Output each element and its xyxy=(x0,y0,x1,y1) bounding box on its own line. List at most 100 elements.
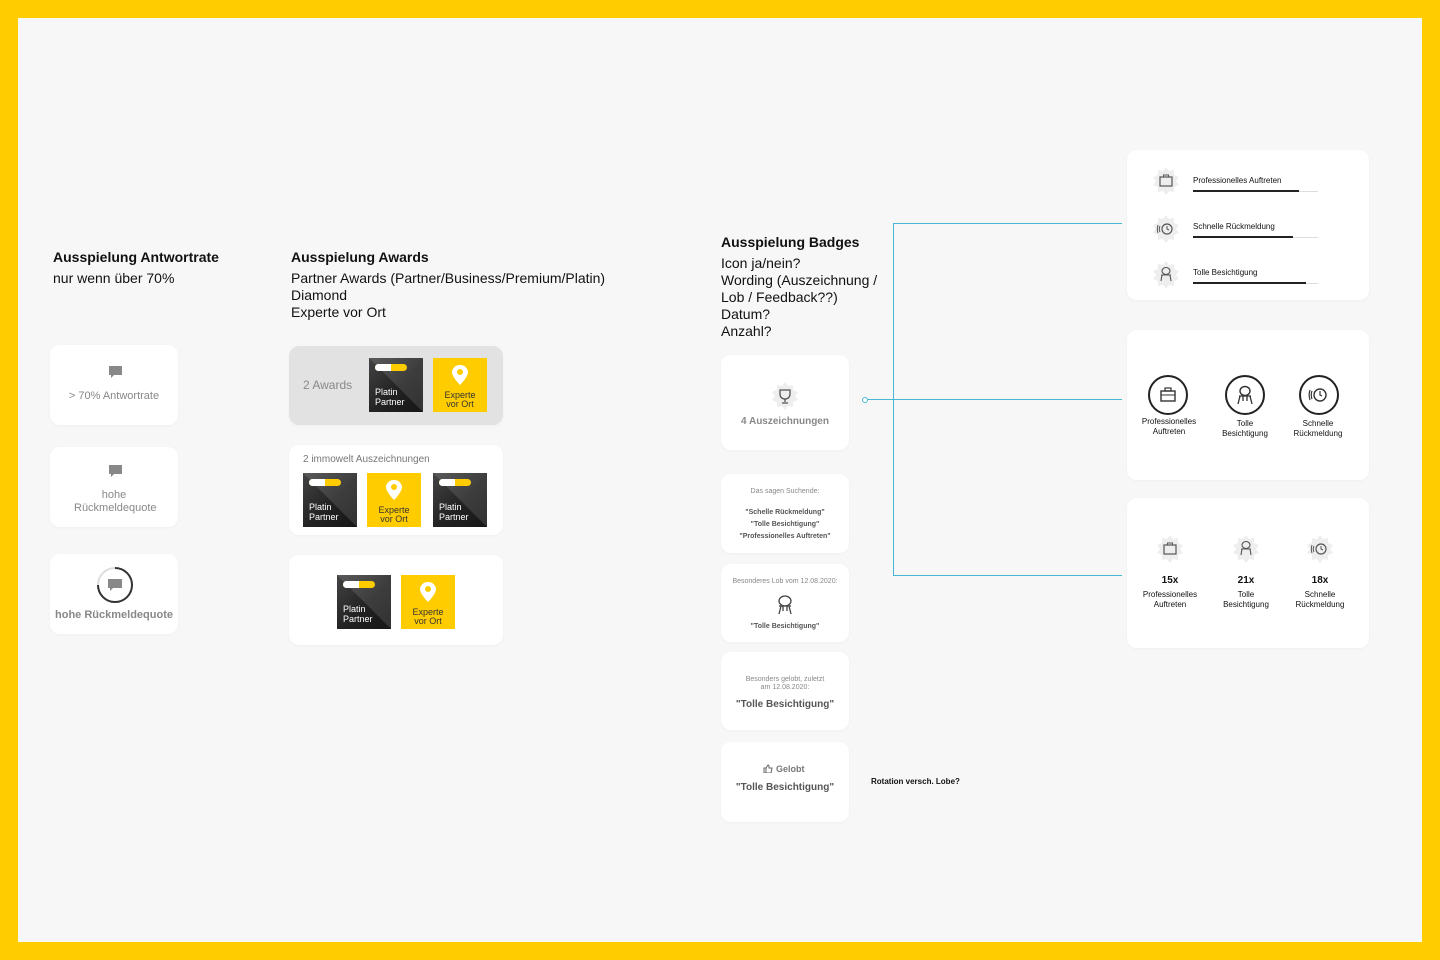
connector-line xyxy=(893,223,1122,224)
antwortrate-label: > 70% Antwortrate xyxy=(68,390,160,402)
label-line: Schnelle xyxy=(1304,590,1336,599)
experte-vor-ort-badge: Experte vor Ort xyxy=(401,575,455,629)
antwortrate-card-2: hohe Rückmeldequote xyxy=(50,447,178,527)
badge-list-label-3: Tolle Besichtigung xyxy=(1193,268,1258,277)
artboard: Ausspielung Antwortrate nur wenn über 70… xyxy=(18,18,1422,942)
count-label-2: Tolle Besichtigung xyxy=(1206,590,1286,610)
heading-line-2: am 12.08.2020: xyxy=(760,684,810,691)
gelobt-row: Gelobt xyxy=(763,764,823,774)
badge-list-row-2 xyxy=(1151,214,1181,249)
briefcase-icon xyxy=(1153,167,1179,195)
label-line: Auftreten xyxy=(1153,600,1187,609)
count-3: 18x xyxy=(1311,575,1329,586)
badges-line-4: Datum? xyxy=(721,306,771,322)
badges-line-5: Anzahl? xyxy=(721,323,772,339)
chair-icon xyxy=(1233,535,1259,563)
badges-header: Ausspielung Badges Icon ja/nein? Wording… xyxy=(721,234,877,340)
label-line: Tolle xyxy=(1237,590,1255,599)
awards-line-1: Partner Awards (Partner/Business/Premium… xyxy=(291,270,606,286)
experte-vor-ort-badge: Experte vor Ort xyxy=(367,473,421,527)
count-1: 15x xyxy=(1161,575,1179,586)
badge-list-row-3 xyxy=(1151,260,1181,295)
label-line: Schnelle xyxy=(1302,419,1334,428)
suchende-quotes: "Schelle Rückmeldung" "Tolle Besichtigun… xyxy=(721,507,849,543)
label-line: Tolle xyxy=(1236,419,1254,428)
antwortrate-subtitle: nur wenn über 70% xyxy=(53,270,175,286)
quote-3: "Professionelles Auftreten" xyxy=(739,533,831,540)
awards-header: Ausspielung Awards Partner Awards (Partn… xyxy=(291,249,605,321)
gelobt-zuletzt-quote: "Tolle Besichtigung" xyxy=(735,699,835,710)
quote-2: "Tolle Besichtigung" xyxy=(750,521,820,528)
connector-line xyxy=(893,223,894,576)
badges-card-lob: Besonderes Lob vom 12.08.2020: "Tolle Be… xyxy=(721,564,849,642)
gelobt-zuletzt-heading: Besonders gelobt, zuletzt am 12.08.2020: xyxy=(721,676,849,692)
circle-label-1: Professionelles Auftreten xyxy=(1129,417,1209,437)
briefcase-icon xyxy=(1148,375,1188,415)
quote-1: "Schelle Rückmeldung" xyxy=(745,509,825,516)
awards-count-label: 2 Awards xyxy=(303,378,353,392)
awards-card-2: 2 immowelt Auszeichnungen Platin Partner… xyxy=(289,445,503,535)
rueckmeldequote-bold-label: hohe Rückmeldequote xyxy=(55,609,173,621)
awards-card-3: Platin Partner Experte vor Ort xyxy=(289,555,503,645)
badge-counts-card: 15x Professionelles Auftreten 21x Tolle Be… xyxy=(1127,498,1369,648)
badges-card-gelobt: Gelobt "Tolle Besichtigung" xyxy=(721,742,849,822)
auszeichnungen-label: 4 Auszeichnungen xyxy=(741,416,829,427)
badge-text: Platin xyxy=(309,502,332,512)
count-label-3: Schnelle Rückmeldung xyxy=(1280,590,1360,610)
badge-text: Platin xyxy=(375,387,398,397)
badge-text: Partner xyxy=(343,614,373,624)
briefcase-icon xyxy=(1157,535,1183,563)
awards-immowelt-label: 2 immowelt Auszeichnungen xyxy=(303,454,430,465)
awards-line-2: Diamond xyxy=(291,287,348,303)
label-line: Auftreten xyxy=(1152,427,1186,436)
badge-text: Platin xyxy=(343,604,366,614)
badge-text: vor Ort xyxy=(380,514,408,524)
badge-text: Partner xyxy=(439,512,469,522)
location-pin-icon xyxy=(452,365,468,385)
connector-dot xyxy=(862,397,868,403)
platin-partner-badge: Platin Partner xyxy=(303,473,357,527)
count-label-1: Professionelles Auftreten xyxy=(1130,590,1210,610)
progress-ring-icon xyxy=(97,567,133,603)
speech-bubble-icon xyxy=(109,465,122,477)
awards-card-1: 2 Awards Platin Partner Experte vor Ort xyxy=(289,346,503,425)
badges-card-gelobt-zuletzt: Besonders gelobt, zuletzt am 12.08.2020:… xyxy=(721,652,849,730)
trophy-icon xyxy=(772,382,798,410)
rotation-note: Rotation versch. Lobe? xyxy=(871,777,960,786)
antwortrate-card-3: hohe Rückmeldequote xyxy=(50,554,178,634)
platin-partner-badge: Platin Partner xyxy=(337,575,391,629)
label-line: Rückmeldung xyxy=(1295,600,1345,609)
badges-card-suchende: Das sagen Suchende: "Schelle Rückmeldung… xyxy=(721,474,849,553)
badge-circles-card: Professionelles Auftreten Tolle Besichtigu… xyxy=(1127,330,1369,480)
antwortrate-title: Ausspielung Antwortrate xyxy=(53,249,219,265)
connector-line xyxy=(864,399,1122,400)
badge-text: Partner xyxy=(375,397,405,407)
chair-icon xyxy=(778,595,792,615)
awards-line-3: Experte vor Ort xyxy=(291,304,386,320)
badge-text: vor Ort xyxy=(414,616,442,626)
badges-title: Ausspielung Badges xyxy=(721,234,860,250)
badge-text: vor Ort xyxy=(446,399,474,409)
thumbs-up-icon xyxy=(763,764,773,774)
badge-list-card: Professionelles Auftreten Schnelle Rückm… xyxy=(1127,150,1369,300)
badge-list-label-2: Schnelle Rückmeldung xyxy=(1193,222,1275,231)
lob-quote: "Tolle Besichtigung" xyxy=(750,623,820,630)
count-2: 21x xyxy=(1237,575,1255,586)
badge-list-label-1: Professionelles Auftreten xyxy=(1193,176,1282,185)
badge-bar-fill xyxy=(1193,236,1293,238)
lob-heading: Besonderes Lob vom 12.08.2020: xyxy=(732,578,838,585)
badges-line-3: Lob / Feedback??) xyxy=(721,289,838,305)
experte-vor-ort-badge: Experte vor Ort xyxy=(433,358,487,412)
circle-label-3: Schnelle Rückmeldung xyxy=(1278,419,1358,439)
platin-partner-badge: Platin Partner xyxy=(369,358,423,412)
label-line: Professionelles xyxy=(1141,417,1197,426)
badge-text: Platin xyxy=(439,502,462,512)
antwortrate-card-1: > 70% Antwortrate xyxy=(50,345,178,425)
gelobt-quote: "Tolle Besichtigung" xyxy=(735,782,835,793)
location-pin-icon xyxy=(420,582,436,602)
rueckmeldequote-label: hohe Rückmeldequote xyxy=(74,489,157,514)
label-line: Professionelles xyxy=(1142,590,1198,599)
gelobt-label: Gelobt xyxy=(776,764,805,774)
chair-icon xyxy=(1153,261,1179,289)
badge-list-row-1 xyxy=(1151,166,1181,201)
